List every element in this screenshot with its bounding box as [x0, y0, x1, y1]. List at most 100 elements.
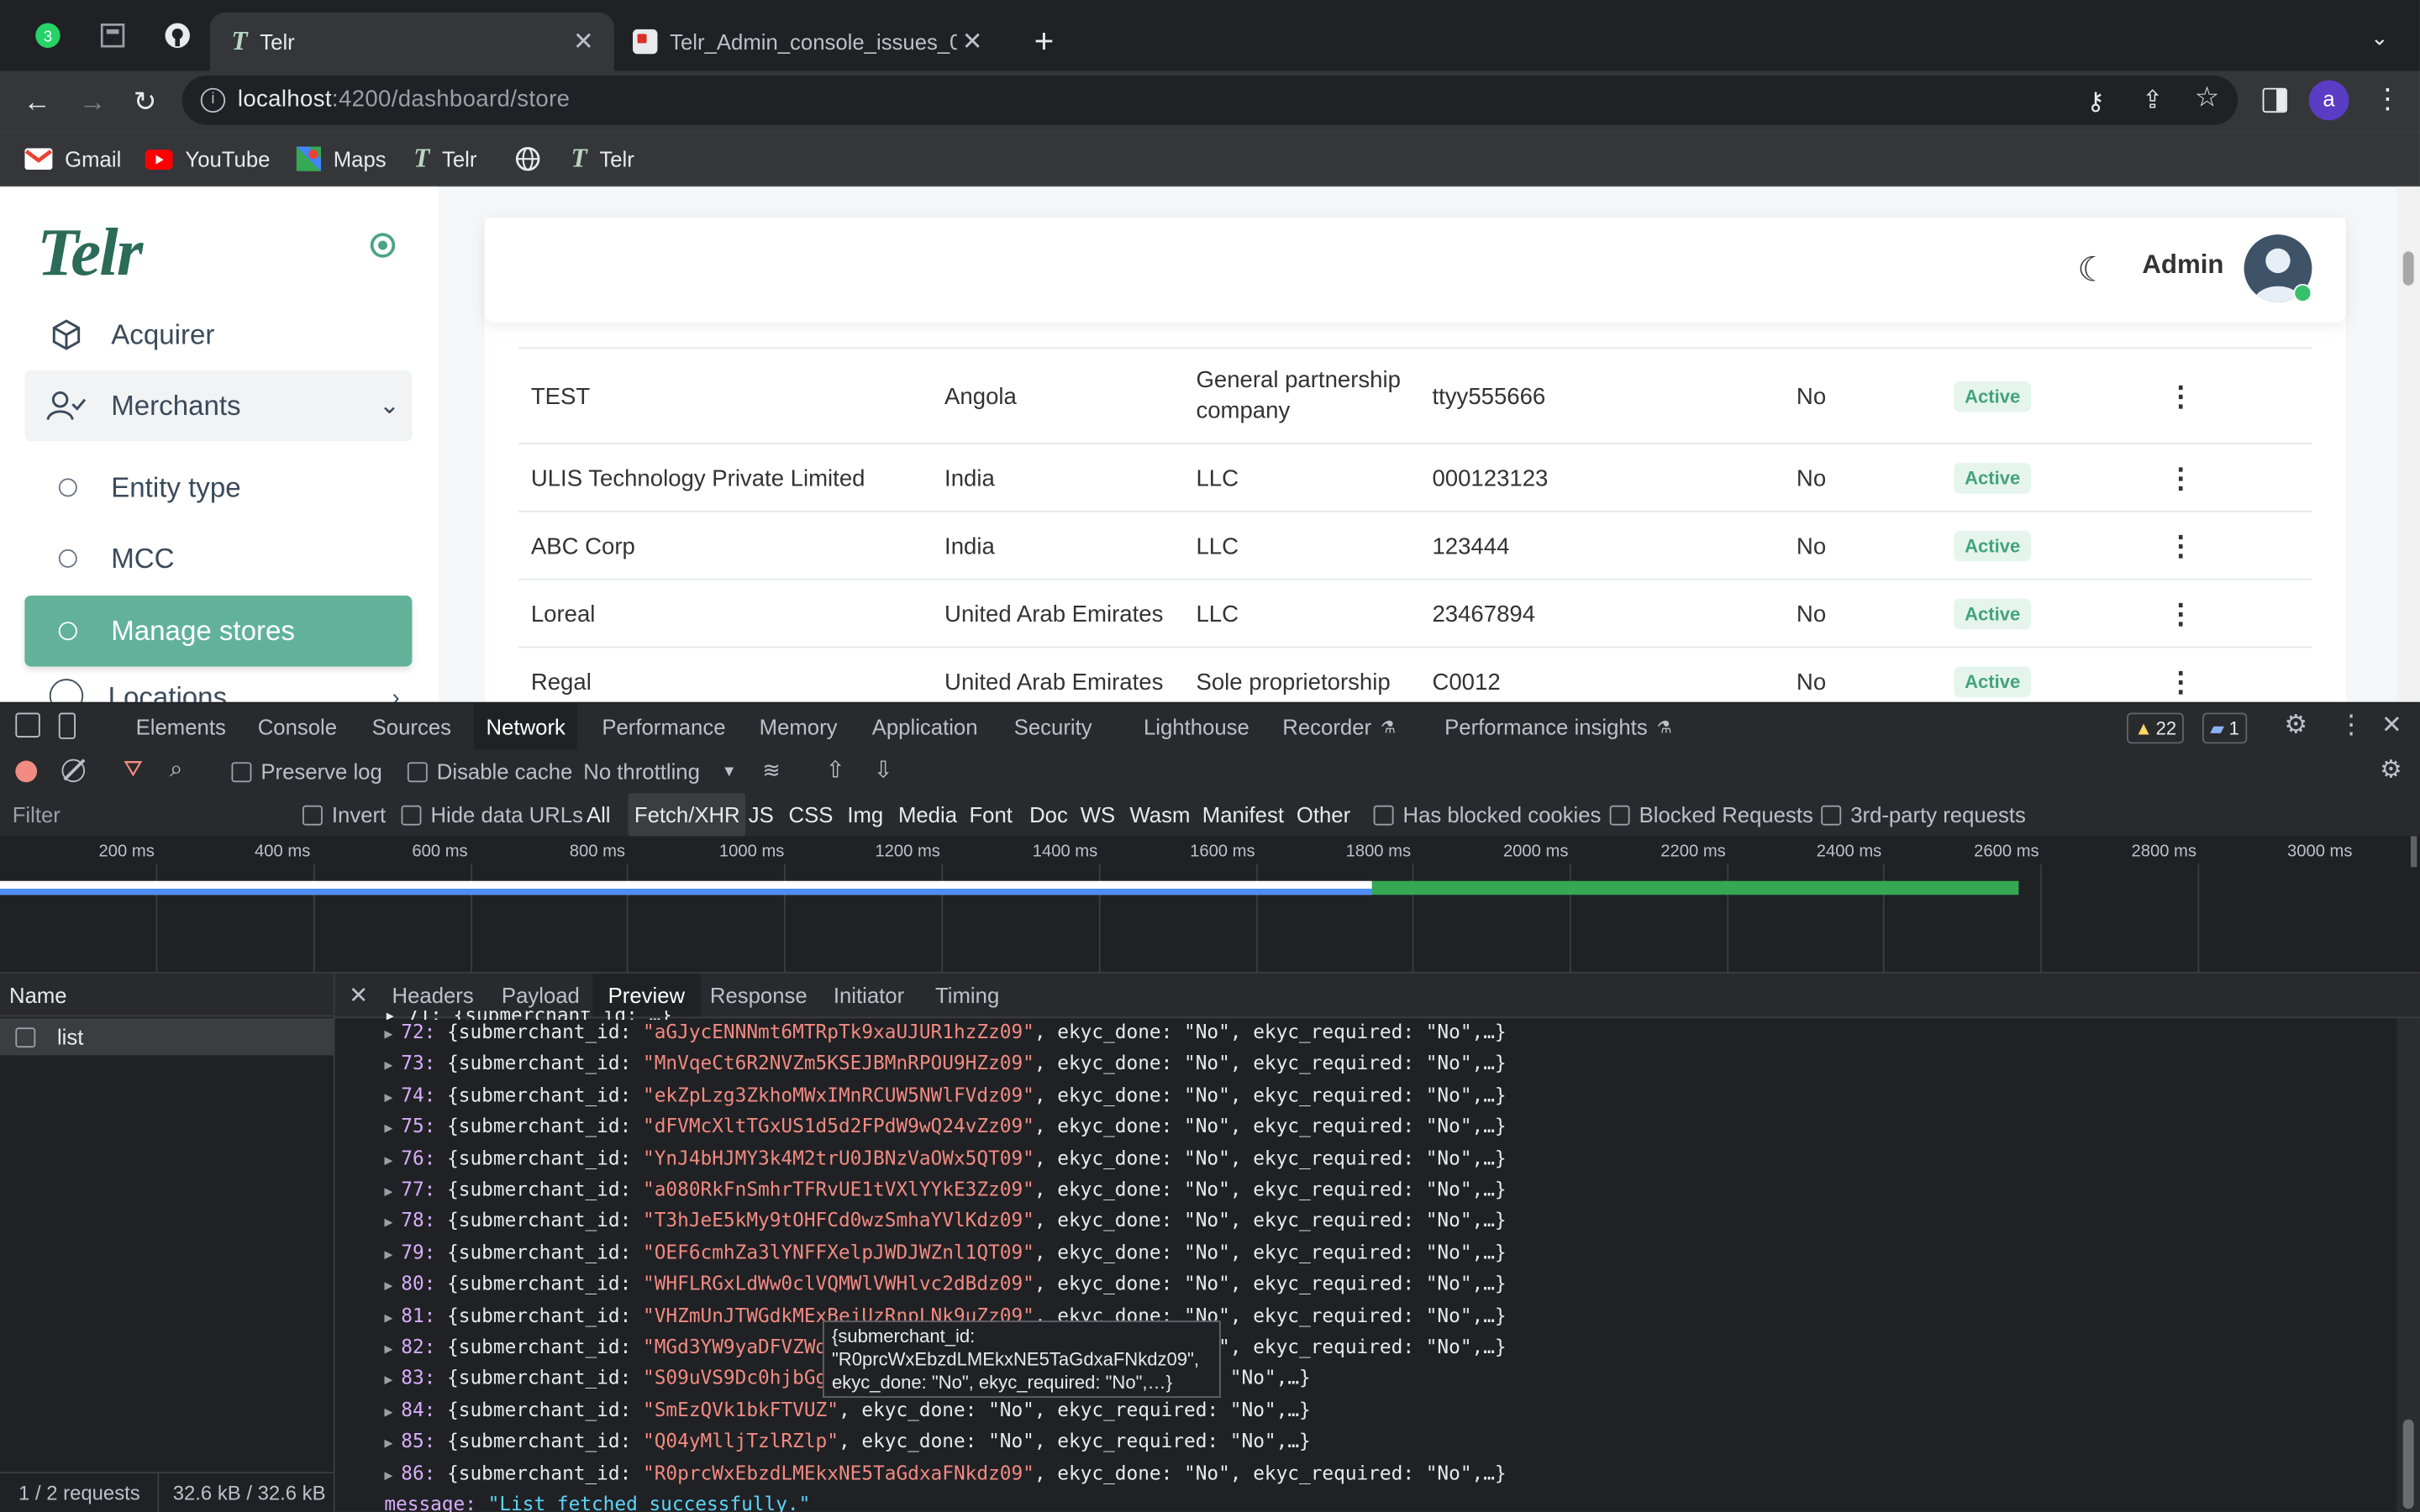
filter-wasm[interactable]: Wasm [1129, 793, 1190, 836]
close-icon[interactable]: ✕ [568, 26, 599, 57]
key-icon[interactable]: ⚷ [2086, 87, 2105, 118]
share-icon[interactable]: ⇪ [2142, 85, 2163, 116]
expand-triangle-icon[interactable]: ▶ [384, 1248, 401, 1263]
tab-memory[interactable]: Memory [760, 704, 838, 750]
filter-ws[interactable]: WS [1081, 793, 1115, 836]
json-row[interactable]: ▶ 72: {submerchant_id: "aGJycENNNmt6MTRp… [384, 1018, 2391, 1049]
invert-checkbox[interactable]: Invert [302, 802, 386, 827]
bookmark-star-icon[interactable]: ☆ [2195, 81, 2220, 114]
json-row[interactable]: ▶ 81: {submerchant_id: "VHZmUnJTWGdkMExB… [384, 1302, 2391, 1333]
chrome-menu-icon[interactable]: ⋮ [2374, 83, 2402, 116]
reload-icon[interactable]: ↻ [127, 83, 164, 120]
expand-triangle-icon[interactable]: ▶ [384, 1027, 401, 1042]
json-row[interactable]: ▶ 86: {submerchant_id: "R0prcWxEbzdLMEkx… [384, 1459, 2391, 1490]
expand-triangle-icon[interactable]: ▶ [384, 1216, 401, 1231]
tab-issues[interactable]: Telr_Admin_console_issues_0 ✕ [618, 13, 1003, 71]
expand-triangle-icon[interactable]: ▶ [384, 1374, 401, 1389]
sidebar-item-entity-type[interactable]: Entity type [24, 452, 412, 522]
page-scrollbar[interactable] [2396, 186, 2420, 702]
expand-triangle-icon[interactable]: ▶ [384, 1468, 401, 1483]
request-row-list[interactable]: list [0, 1018, 334, 1056]
table-row[interactable]: Loreal United Arab Emirates LLC 23467894… [518, 578, 2312, 648]
filter-funnel-icon[interactable]: ⛛ [124, 756, 143, 782]
tab-sources[interactable]: Sources [372, 704, 451, 750]
sidebar-item-manage-stores[interactable]: Manage stores [24, 595, 413, 667]
dark-mode-moon-icon[interactable]: ☾ [2077, 250, 2107, 291]
profile-avatar[interactable]: a [2308, 80, 2349, 121]
json-row[interactable]: ▶ 76: {submerchant_id: "YnJ4bHJMY3k4M2tr… [384, 1144, 2391, 1175]
close-icon[interactable]: ✕ [957, 26, 988, 57]
throttling-select[interactable]: No throttling ▼ [583, 759, 737, 784]
devtools-menu-icon[interactable]: ⋮ [2338, 710, 2365, 741]
table-row[interactable]: TEST Angola General partnership company … [518, 347, 2312, 444]
bookmark-telr-2[interactable]: T Telr [571, 144, 634, 173]
site-info-icon[interactable]: i [200, 87, 226, 113]
blocked-requests-checkbox[interactable]: Blocked Requests [1609, 802, 1813, 827]
tab-performance-insights[interactable]: Performance insights ⚗ [1444, 704, 1672, 750]
third-party-requests-checkbox[interactable]: 3rd-party requests [1821, 802, 2026, 827]
close-devtools-icon[interactable]: ✕ [2381, 710, 2402, 741]
sidebar-item-locations[interactable]: Locations › [24, 666, 412, 702]
bookmark-youtube[interactable]: YouTube [145, 145, 270, 173]
telr-logo[interactable]: Telr [37, 213, 143, 291]
side-panel-icon[interactable] [2262, 87, 2287, 113]
sidebar-item-mcc[interactable]: MCC [24, 523, 412, 594]
admin-name[interactable]: Admin [2142, 250, 2223, 281]
preview-scrollbar[interactable] [2396, 1018, 2420, 1512]
tab-elements[interactable]: Elements [136, 704, 226, 750]
device-toolbar-icon[interactable] [58, 712, 76, 739]
expand-triangle-icon[interactable]: ▶ [384, 1311, 401, 1326]
hide-data-urls-checkbox[interactable]: Hide data URLs [401, 802, 583, 827]
json-row[interactable]: ▶ 85: {submerchant_id: "Q04yMlljTzlRZlp"… [384, 1427, 2391, 1458]
filter-css[interactable]: CSS [789, 793, 834, 836]
json-row[interactable]: ▶ 83: {submerchant_id: "S09uVS9Dc0hjbGg"… [384, 1365, 2391, 1396]
has-blocked-cookies-checkbox[interactable]: Has blocked cookies [1373, 802, 1601, 827]
tab-performance[interactable]: Performance [602, 704, 725, 750]
tab-network[interactable]: Network [473, 703, 578, 750]
record-icon[interactable] [15, 760, 38, 783]
name-column-header[interactable]: Name [0, 973, 334, 1017]
preserve-log-checkbox[interactable]: Preserve log [231, 759, 382, 784]
filter-font[interactable]: Font [969, 793, 1012, 836]
bookmark-maps[interactable]: Maps [296, 145, 387, 173]
sidebar-item-acquirer[interactable]: Acquirer [24, 299, 412, 370]
expand-triangle-icon[interactable]: ▶ [384, 1090, 401, 1105]
table-row[interactable]: ABC Corp India LLC 123444 No Active ⋮ [518, 510, 2312, 580]
filter-doc[interactable]: Doc [1029, 793, 1068, 836]
more-options-icon[interactable]: ⋮ [2167, 444, 2195, 512]
more-options-icon[interactable]: ⋮ [2167, 580, 2195, 648]
expand-triangle-icon[interactable]: ▶ [384, 1436, 401, 1452]
tab-recorder[interactable]: Recorder ⚗ [1282, 704, 1396, 750]
json-row[interactable]: ▶ 80: {submerchant_id: "WHFLRGxLdWw0clVQ… [384, 1270, 2391, 1301]
export-har-icon[interactable]: ⇩ [874, 756, 893, 784]
expand-triangle-icon[interactable]: ▶ [384, 1153, 401, 1168]
new-tab-icon[interactable]: + [1034, 22, 1055, 62]
tab-search-chevron-icon[interactable]: ⌄ [2370, 24, 2389, 50]
settings-gear-icon[interactable]: ⚙ [2284, 710, 2307, 741]
filter-input[interactable]: Filter [13, 802, 60, 827]
filter-js[interactable]: JS [749, 793, 774, 836]
clear-icon[interactable] [61, 759, 86, 783]
json-row[interactable]: ▶ 74: {submerchant_id: "ekZpLzg3ZkhoMWxI… [384, 1081, 2391, 1112]
import-har-icon[interactable]: ⇧ [826, 756, 845, 784]
filter-manifest[interactable]: Manifest [1202, 793, 1284, 836]
expand-triangle-icon[interactable]: ▶ [384, 1342, 401, 1357]
json-row[interactable]: ▶ 84: {submerchant_id: "SmEzQVk1bkFTVUZ"… [384, 1396, 2391, 1427]
json-preview[interactable]: ▶ 72: {submerchant_id: "aGJycENNNmt6MTRp… [384, 1018, 2391, 1512]
inspect-element-icon[interactable] [15, 712, 40, 738]
filter-media[interactable]: Media [898, 793, 957, 836]
close-detail-icon[interactable]: ✕ [349, 974, 368, 1016]
filter-all[interactable]: All [587, 793, 611, 836]
network-settings-icon[interactable]: ⚙ [2380, 754, 2402, 785]
disable-cache-checkbox[interactable]: Disable cache [407, 759, 572, 784]
expand-triangle-icon[interactable]: ▶ [384, 1185, 401, 1200]
github-icon[interactable] [160, 18, 194, 52]
messages-badge[interactable]: ▰ 1 [2202, 712, 2248, 744]
timeline-handle[interactable] [2410, 836, 2417, 868]
forward-icon[interactable]: → [74, 83, 111, 120]
network-conditions-icon[interactable]: ≋ [762, 758, 781, 784]
sidebar-item-merchants[interactable]: Merchants ⌄ [24, 370, 413, 442]
expand-triangle-icon[interactable]: ▶ [384, 1405, 401, 1420]
json-row[interactable]: ▶ 79: {submerchant_id: "OEF6cmhZa3lYNFFX… [384, 1239, 2391, 1270]
expand-triangle-icon[interactable]: ▶ [384, 1279, 401, 1294]
